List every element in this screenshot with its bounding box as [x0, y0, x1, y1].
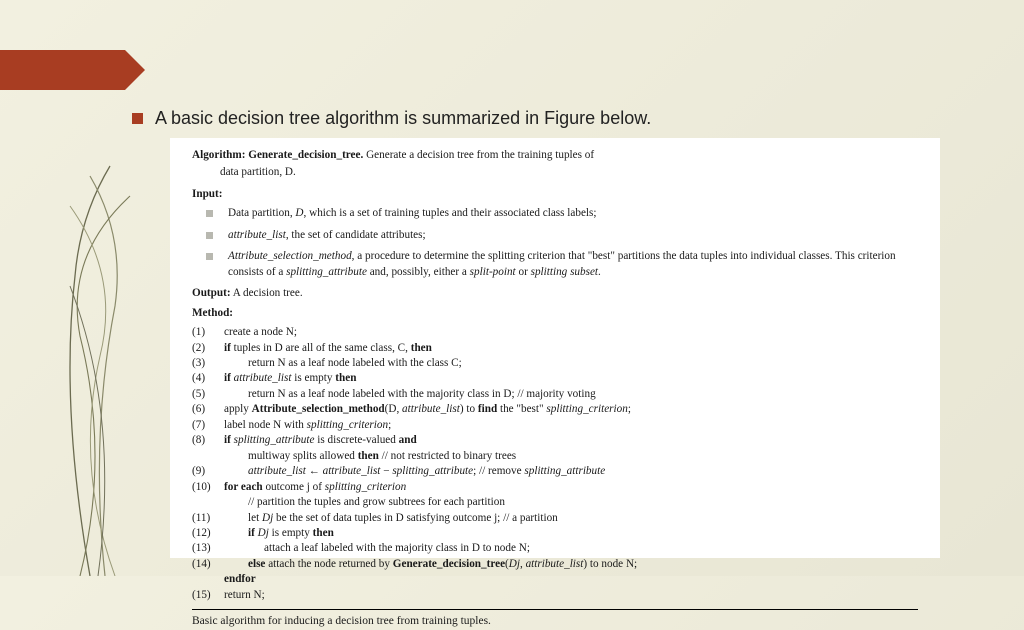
bullet-icon: [132, 113, 143, 124]
input-item-1: Data partition, D, which is a set of tra…: [206, 206, 918, 221]
input-list: Data partition, D, which is a set of tra…: [206, 206, 918, 280]
algorithm-desc-1: Generate a decision tree from the traini…: [363, 149, 594, 161]
accent-arrow: [0, 50, 125, 90]
input-item-2: attribute_list, the set of candidate att…: [206, 228, 918, 243]
input-heading: Input:: [192, 187, 918, 202]
algorithm-desc-2: data partition, D.: [220, 165, 918, 180]
figure-caption: Basic algorithm for inducing a decision …: [192, 614, 918, 630]
decorative-stems: [20, 156, 180, 576]
algorithm-box: Algorithm: Generate_decision_tree. Gener…: [170, 138, 940, 558]
input-item-3: Attribute_selection_method, a procedure …: [206, 249, 918, 280]
algorithm-title: Algorithm: Generate_decision_tree. Gener…: [192, 148, 918, 163]
output-line: Output: A decision tree.: [192, 286, 918, 301]
separator-rule: [192, 609, 918, 610]
intro-text: A basic decision tree algorithm is summa…: [155, 108, 651, 129]
method-heading: Method:: [192, 306, 918, 321]
intro-bullet-row: A basic decision tree algorithm is summa…: [132, 108, 651, 129]
method-steps: (1)create a node N; (2)if tuples in D ar…: [192, 325, 918, 603]
algorithm-name: Algorithm: Generate_decision_tree.: [192, 149, 363, 161]
